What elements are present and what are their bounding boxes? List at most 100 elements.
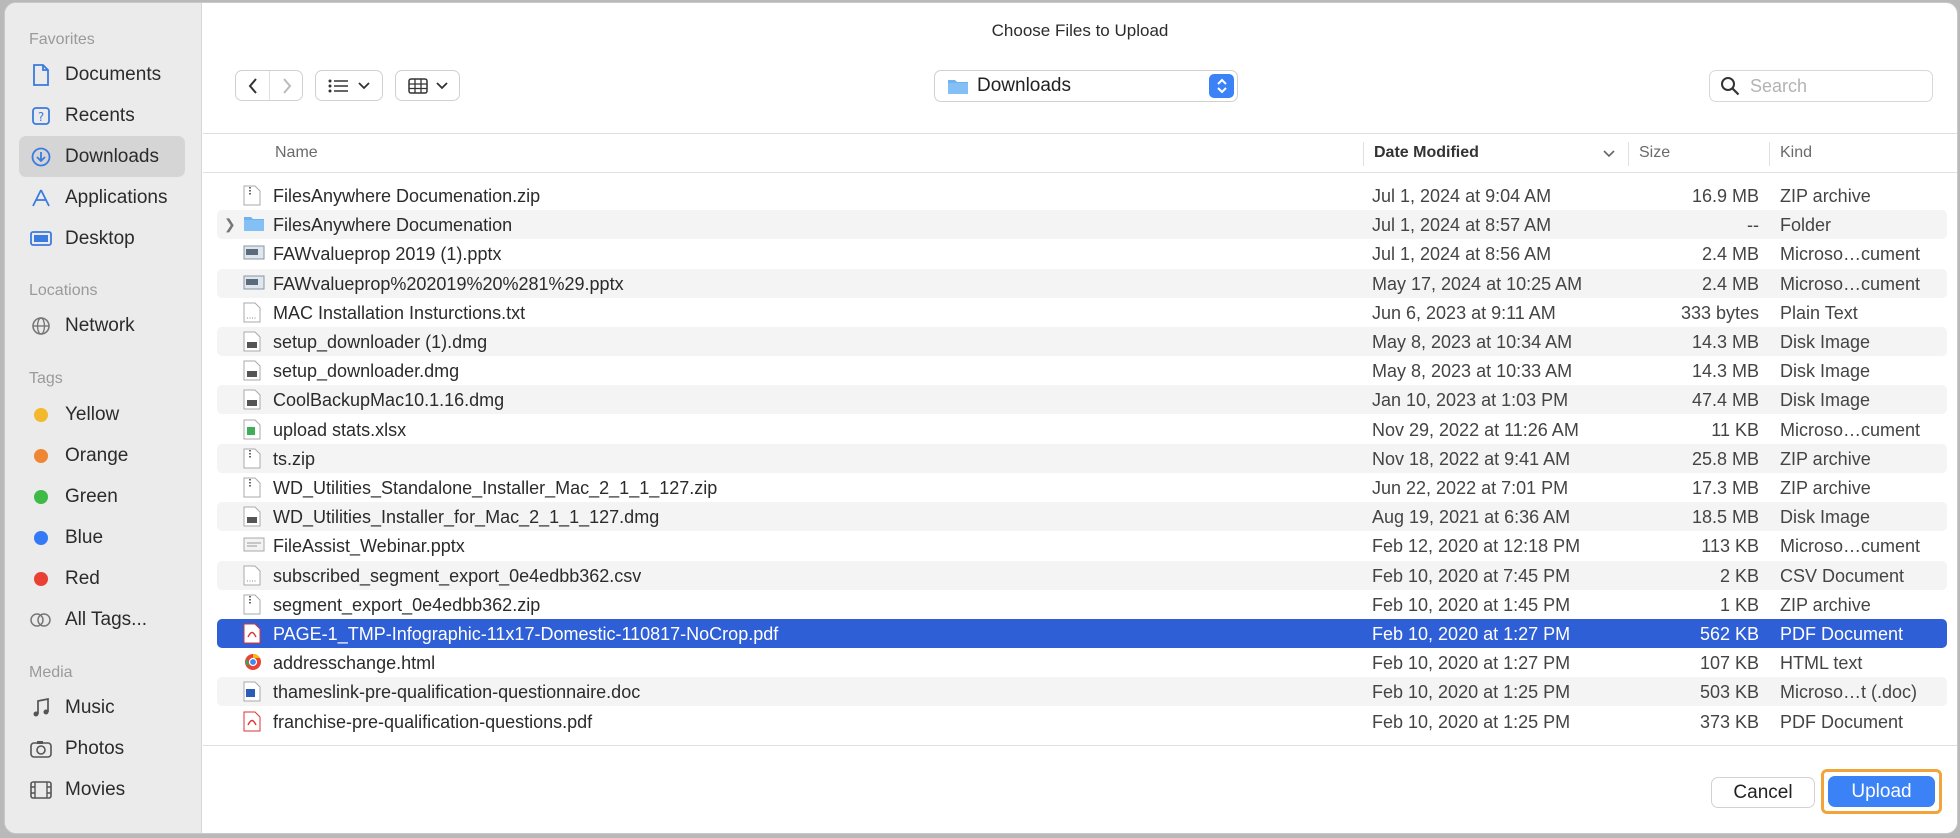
file-row[interactable]: setup_downloader.dmg May 8, 2023 at 10:33…: [217, 356, 1947, 385]
file-size: 562 KB: [1699, 624, 1759, 644]
sidebar-item-all-tags[interactable]: All Tags...: [19, 599, 185, 640]
column-divider[interactable]: [1628, 142, 1629, 166]
sidebar-item-tag-orange[interactable]: Orange: [19, 435, 185, 476]
file-date-modified: Feb 10, 2020 at 1:27 PM: [1372, 653, 1571, 674]
column-divider[interactable]: [1363, 142, 1364, 166]
file-date-modified: Feb 10, 2020 at 1:27 PM: [1372, 624, 1571, 644]
cancel-button[interactable]: Cancel: [1711, 777, 1815, 808]
search-input[interactable]: [1750, 75, 1920, 97]
file-size: 333 bytes: [1680, 302, 1759, 323]
file-row[interactable]: ❯ FilesAnywhere Documenation Jul 1, 2024 a…: [217, 210, 1947, 240]
tag-blue-dot-icon: [29, 526, 53, 550]
spreadsheet-file-icon: [243, 419, 261, 440]
file-kind: Plain Text: [1780, 302, 1858, 323]
sidebar-item-network[interactable]: Network: [19, 305, 185, 346]
sidebar-item-documents[interactable]: Documents: [19, 54, 185, 95]
file-row[interactable]: ts.zip Nov 18, 2022 at 9:41 AM 25.8 MB ZIP …: [217, 443, 1947, 473]
file-row[interactable]: thameslink-pre-qualification-questionnai…: [217, 677, 1947, 707]
file-date-modified: Aug 19, 2021 at 6:36 AM: [1372, 507, 1571, 528]
file-kind: Microso…t (.doc): [1780, 682, 1918, 703]
sidebar-item-label: Recents: [65, 104, 135, 126]
back-button[interactable]: [236, 71, 270, 100]
file-row[interactable]: FileAssist_Webinar.pptx Feb 12, 2020 at 1…: [217, 531, 1947, 560]
file-name: setup_downloader (1).dmg: [273, 332, 488, 352]
forward-button[interactable]: [270, 71, 303, 100]
file-row[interactable]: FilesAnywhere Documenation.zip Jul 1, 202…: [217, 181, 1947, 210]
file-date-modified: Feb 10, 2020 at 1:25 PM: [1372, 682, 1571, 703]
file-row[interactable]: WD_Utilities_Installer_for_Mac_2_1_1_127…: [217, 502, 1947, 532]
location-label: Downloads: [977, 75, 1071, 96]
sidebar-item-recents[interactable]: ? Recents: [19, 95, 185, 136]
file-kind: Microso…cument: [1780, 419, 1921, 440]
recents-icon: ?: [29, 104, 53, 128]
sidebar-item-applications[interactable]: Applications: [19, 177, 185, 218]
sort-descending-icon: [1603, 150, 1615, 158]
sidebar-item-label: Yellow: [65, 403, 120, 425]
file-date-modified: Jul 1, 2024 at 8:57 AM: [1372, 215, 1552, 236]
disk-image-icon: [243, 506, 261, 527]
list-view-button[interactable]: [315, 70, 383, 101]
column-divider[interactable]: [1769, 142, 1770, 166]
tag-green-dot-icon: [29, 485, 53, 509]
presentation-file-icon: [243, 243, 265, 264]
file-name: FilesAnywhere Documenation: [273, 215, 513, 236]
file-row[interactable]: segment_export_0e4edbb362.zip Feb 10, 202…: [217, 590, 1947, 619]
sidebar-item-tag-blue[interactable]: Blue: [19, 517, 185, 558]
file-row[interactable]: setup_downloader (1).dmg May 8, 2023 at 1…: [217, 327, 1947, 356]
disclosure-triangle-icon[interactable]: ❯: [224, 216, 236, 233]
file-size: 14.3 MB: [1691, 361, 1759, 382]
word-document-icon: [243, 681, 261, 702]
chevron-down-icon: [435, 81, 448, 89]
folder-icon: [243, 214, 264, 235]
file-name: ts.zip: [273, 448, 316, 469]
file-kind: ZIP archive: [1780, 186, 1871, 206]
column-header-size[interactable]: Size: [1639, 144, 1670, 162]
column-header-date-modified[interactable]: Date Modified: [1374, 144, 1479, 162]
file-row[interactable]: CoolBackupMac10.1.16.dmg Jan 10, 2023 at …: [217, 385, 1947, 415]
sidebar-item-label: Documents: [65, 63, 162, 85]
file-kind: CSV Document: [1780, 565, 1905, 586]
location-stepper[interactable]: [1209, 74, 1234, 98]
search-field[interactable]: [1709, 70, 1933, 102]
file-size: --: [1747, 215, 1759, 236]
sidebar-item-tag-yellow[interactable]: Yellow: [19, 394, 185, 435]
file-row[interactable]: franchise-pre-qualification-questions.pd…: [217, 707, 1947, 736]
file-kind: Microso…cument: [1780, 273, 1921, 294]
presentation-file-icon: [243, 535, 265, 556]
file-kind: Microso…cument: [1780, 536, 1921, 557]
sidebar-item-tag-red[interactable]: Red: [19, 558, 185, 599]
location-popup[interactable]: Downloads: [934, 70, 1238, 102]
sidebar-item-music[interactable]: Music: [19, 687, 185, 728]
network-icon: [29, 314, 53, 338]
favorites-heading: Favorites: [29, 31, 95, 48]
grid-view-button[interactable]: [395, 70, 460, 101]
sidebar-item-desktop[interactable]: Desktop: [19, 218, 185, 259]
tags-heading: Tags: [29, 370, 63, 387]
file-row[interactable]: subscribed_segment_export_0e4edbb362.csv…: [217, 560, 1947, 590]
file-kind: ZIP archive: [1780, 478, 1871, 498]
file-row[interactable]: PAGE-1_TMP-Infographic-11x17-Domestic-11…: [217, 619, 1947, 648]
file-row[interactable]: upload stats.xlsx Nov 29, 2022 at 11:26 A…: [217, 415, 1947, 444]
file-row[interactable]: WD_Utilities_Standalone_Installer_Mac_2_…: [217, 473, 1947, 502]
column-header-kind[interactable]: Kind: [1780, 144, 1812, 162]
file-size: 107 KB: [1699, 653, 1759, 674]
desktop-icon: [29, 227, 53, 251]
sidebar-item-tag-green[interactable]: Green: [19, 476, 185, 517]
file-row[interactable]: FAWvalueprop 2019 (1).pptx Jul 1, 2024 at…: [217, 239, 1947, 268]
tag-orange-dot-icon: [29, 444, 53, 468]
sidebar-item-downloads[interactable]: Downloads: [19, 136, 185, 177]
column-header-bar: Name Date Modified Size Kind: [203, 133, 1957, 173]
pdf-file-icon: [243, 623, 261, 644]
file-row[interactable]: addresschange.html Feb 10, 2020 at 1:27 P…: [217, 648, 1947, 677]
sidebar-item-photos[interactable]: Photos: [19, 728, 185, 769]
file-row[interactable]: MAC Installation Insturctions.txt Jun 6, …: [217, 298, 1947, 327]
sidebar-item-movies[interactable]: Movies: [19, 769, 185, 810]
column-header-name[interactable]: Name: [275, 144, 318, 162]
sidebar-item-label: Downloads: [65, 145, 159, 167]
file-date-modified: Feb 10, 2020 at 1:25 PM: [1372, 711, 1571, 732]
file-size: 1 KB: [1719, 594, 1759, 615]
file-row[interactable]: FAWvalueprop%202019%20%281%29.pptx May 17…: [217, 268, 1947, 298]
disk-image-icon: [243, 331, 261, 352]
file-name: addresschange.html: [273, 653, 436, 674]
upload-button[interactable]: Upload: [1828, 776, 1935, 807]
